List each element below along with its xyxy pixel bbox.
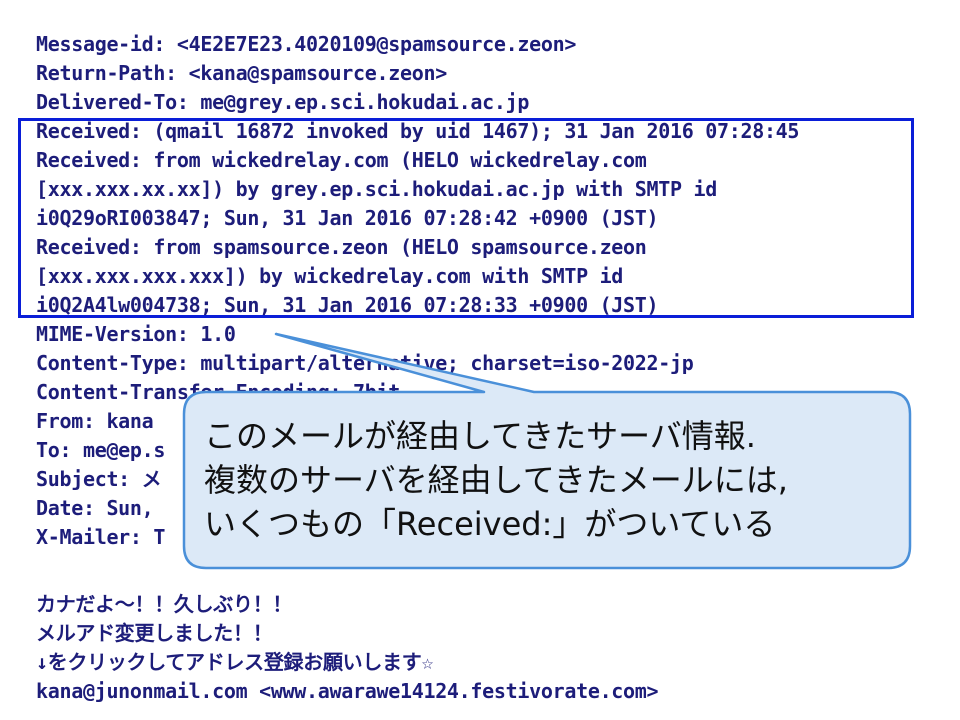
received-highlight-box (18, 118, 914, 318)
header-return-path: Return-Path: <kana@spamsource.zeon> (36, 61, 447, 85)
callout-text: このメールが経由してきたサーバ情報. 複数のサーバを経由してきたメールには, い… (204, 414, 904, 546)
body-line-2: メルアド変更しました！！ (36, 621, 273, 645)
callout-line-3: いくつもの「Received:」がついている (204, 505, 776, 543)
email-body: カナだよ～！！久しぶり！！ メルアド変更しました！！ ↓をクリックしてアドレス登… (36, 590, 956, 706)
header-delivered-to: Delivered-To: me@grey.ep.sci.hokudai.ac.… (36, 90, 530, 114)
body-link-line: kana@junonmail.com <www.awarawe14124.fes… (36, 679, 659, 703)
body-line-1: カナだよ～！！久しぶり！！ (36, 592, 293, 616)
callout-bubble: このメールが経由してきたサーバ情報. 複数のサーバを経由してきたメールには, い… (182, 332, 912, 570)
callout-line-1: このメールが経由してきたサーバ情報. (204, 417, 756, 455)
callout-line-2: 複数のサーバを経由してきたメールには, (204, 461, 788, 499)
body-line-3: ↓をクリックしてアドレス登録お願いします☆ (36, 650, 434, 674)
header-mime-version: MIME-Version: 1.0 (36, 322, 236, 346)
header-message-id: Message-id: <4E2E7E23.4020109@spamsource… (36, 32, 577, 56)
header-content-type: Content-Type: multipart/alternative; cha… (36, 351, 694, 375)
